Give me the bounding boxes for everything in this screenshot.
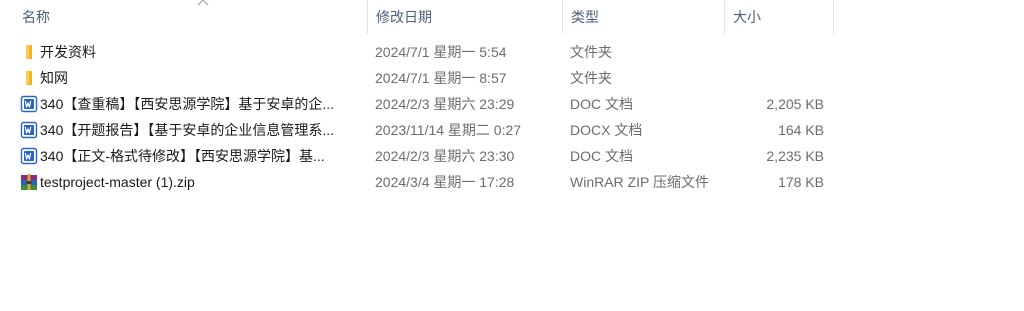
sort-ascending-icon (197, 0, 209, 6)
winrar-archive-icon (20, 173, 38, 191)
file-size: 2,235 KB (766, 148, 824, 164)
column-header-date-label: 修改日期 (376, 9, 432, 25)
file-name: 340【开题报告】【基于安卓的企业信息管理系... (40, 122, 335, 138)
column-header-bar: 名称 修改日期 类型 大小 (0, 0, 1024, 34)
file-type: WinRAR ZIP 压缩文件 (570, 174, 709, 190)
file-modified-date: 2024/7/1 星期一 8:57 (375, 70, 507, 86)
column-header-name-label: 名称 (22, 9, 50, 25)
file-type: DOC 文档 (570, 148, 633, 164)
file-modified-date: 2024/7/1 星期一 5:54 (375, 44, 507, 60)
column-header-type-label: 类型 (571, 9, 599, 25)
file-size (728, 65, 824, 91)
column-header-size[interactable]: 大小 (725, 0, 834, 34)
file-type: DOC 文档 (570, 96, 633, 112)
file-name-cell[interactable]: testproject-master (1).zip (14, 169, 362, 195)
file-name-cell[interactable]: 340【开题报告】【基于安卓的企业信息管理系... (14, 117, 362, 143)
file-type: 文件夹 (570, 44, 612, 60)
file-size (728, 39, 824, 65)
file-name-cell[interactable]: 340【查重稿】【西安思源学院】基于安卓的企... (14, 91, 362, 117)
column-header-date[interactable]: 修改日期 (368, 0, 563, 34)
file-name: 340【正文-格式待修改】【西安思源学院】基... (40, 148, 325, 164)
file-modified-date: 2024/2/3 星期六 23:30 (375, 148, 515, 164)
file-row[interactable]: 开发资料 2024/7/1 星期一 5:54 文件夹 (14, 39, 834, 65)
file-size: 2,205 KB (766, 96, 824, 112)
file-modified-date: 2023/11/14 星期二 0:27 (375, 122, 522, 138)
file-name-cell[interactable]: 开发资料 (14, 39, 362, 65)
file-name-cell[interactable]: 知网 (14, 65, 362, 91)
word-doc-icon (20, 95, 38, 113)
file-modified-date: 2024/3/4 星期一 17:28 (375, 174, 515, 190)
file-size: 164 KB (778, 122, 824, 138)
file-row[interactable]: 340【查重稿】【西安思源学院】基于安卓的企... 2024/2/3 星期六 23… (14, 91, 834, 117)
file-row[interactable]: 340【开题报告】【基于安卓的企业信息管理系... 2023/11/14 星期二 … (14, 117, 834, 143)
file-modified-date: 2024/2/3 星期六 23:29 (375, 96, 515, 112)
folder-icon (20, 69, 38, 87)
word-doc-icon (20, 147, 38, 165)
file-type: 文件夹 (570, 70, 612, 86)
word-doc-icon (20, 121, 38, 139)
file-name: testproject-master (1).zip (40, 174, 195, 190)
file-row[interactable]: 知网 2024/7/1 星期一 8:57 文件夹 (14, 65, 834, 91)
file-name: 开发资料 (40, 44, 96, 60)
file-row[interactable]: 340【正文-格式待修改】【西安思源学院】基... 2024/2/3 星期六 23… (14, 143, 834, 169)
column-header-type[interactable]: 类型 (563, 0, 725, 34)
file-row[interactable]: testproject-master (1).zip 2024/3/4 星期一 1… (14, 169, 834, 195)
file-type: DOCX 文档 (570, 122, 643, 138)
file-size: 178 KB (778, 174, 824, 190)
folder-icon (20, 43, 38, 61)
column-header-size-label: 大小 (733, 9, 761, 25)
column-header-name[interactable]: 名称 (14, 0, 368, 34)
file-name: 知网 (40, 70, 68, 86)
file-name-cell[interactable]: 340【正文-格式待修改】【西安思源学院】基... (14, 143, 362, 169)
file-name: 340【查重稿】【西安思源学院】基于安卓的企... (40, 96, 335, 112)
